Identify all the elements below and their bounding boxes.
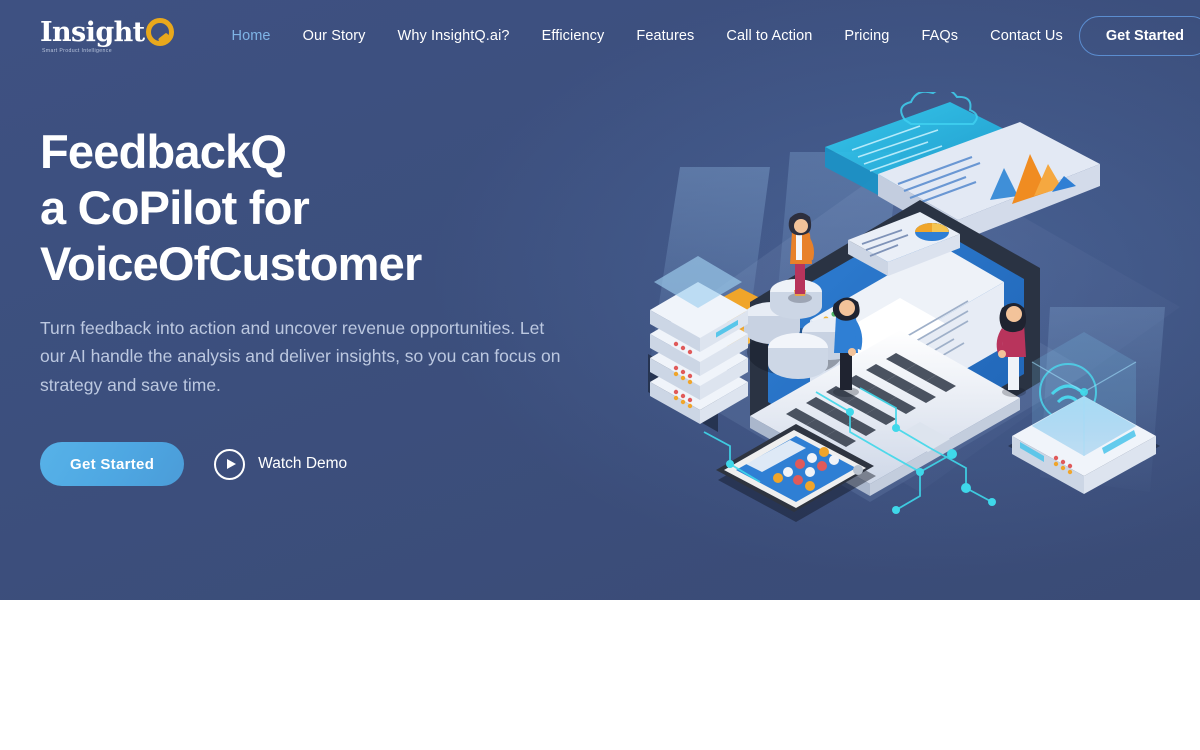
hero-title-line-3: VoiceOfCustomer — [40, 236, 422, 290]
navbar: Insight Smart Product Intelligence Home … — [0, 0, 1200, 72]
watch-demo-button[interactable]: Watch Demo — [214, 448, 348, 480]
nav-item-our-story[interactable]: Our Story — [287, 20, 382, 52]
nav-item-call-to-action[interactable]: Call to Action — [710, 20, 828, 52]
nav-item-efficiency[interactable]: Efficiency — [526, 20, 621, 52]
hero-section: Insight Smart Product Intelligence Home … — [0, 0, 1200, 600]
nav-item-faqs[interactable]: FAQs — [905, 20, 974, 52]
brand-logo-main: Insight — [40, 18, 174, 46]
nav-item-pricing[interactable]: Pricing — [828, 20, 905, 52]
hero-title-line-1: FeedbackQ — [40, 125, 287, 178]
hero-actions: Get Started Watch Demo — [40, 442, 600, 487]
nav-get-started-button[interactable]: Get Started — [1078, 16, 1200, 56]
watch-demo-label: Watch Demo — [258, 455, 348, 473]
nav-item-home[interactable]: Home — [216, 20, 287, 52]
hero-illustration — [620, 92, 1200, 572]
nav-item-features[interactable]: Features — [620, 20, 710, 52]
brand-name: Insight — [40, 16, 145, 48]
nav-item-why-insightq[interactable]: Why InsightQ.ai? — [382, 20, 526, 52]
nav-item-contact-us[interactable]: Contact Us — [974, 20, 1079, 52]
hero-get-started-button[interactable]: Get Started — [40, 442, 185, 487]
brand-tagline: Smart Product Intelligence — [42, 48, 112, 54]
hero-subtitle: Turn feedback into action and uncover re… — [40, 317, 561, 395]
nav-links: Home Our Story Why InsightQ.ai? Efficien… — [216, 20, 1079, 52]
play-icon — [214, 448, 246, 480]
brand-logo[interactable]: Insight Smart Product Intelligence — [40, 18, 174, 54]
hero-title: FeedbackQ a CoPilot for VoiceOfCustomer — [40, 124, 600, 292]
page-root: Insight Smart Product Intelligence Home … — [0, 0, 1200, 750]
hero-title-line-2: a CoPilot for — [40, 180, 310, 234]
hero-copy: FeedbackQ a CoPilot for VoiceOfCustomer … — [40, 124, 600, 487]
brand-q-icon — [145, 18, 174, 46]
